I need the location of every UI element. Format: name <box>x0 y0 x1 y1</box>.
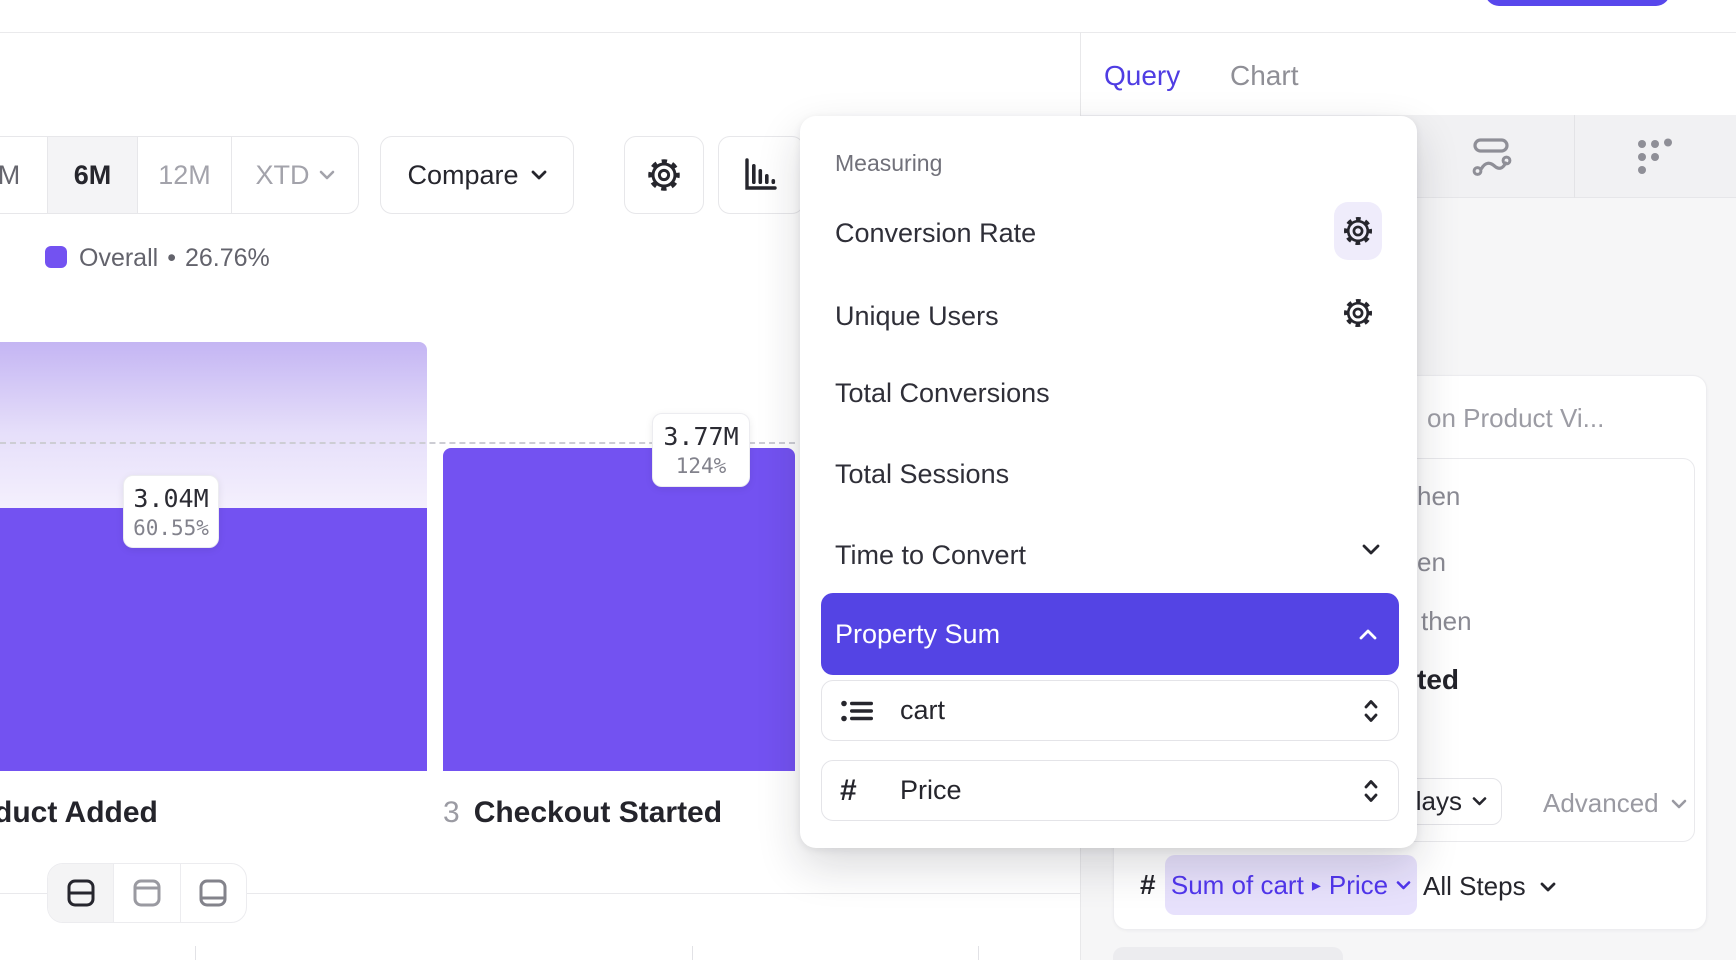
time-range-6m[interactable]: 6M <box>48 137 138 213</box>
apps-grid-icon[interactable] <box>1635 137 1677 179</box>
all-steps-label: All Steps <box>1423 871 1526 902</box>
subproperty-select[interactable]: # Price <box>821 760 1399 821</box>
time-range-6m-label: 6M <box>74 160 112 191</box>
step-row-fragment: then <box>1421 606 1472 637</box>
chevron-up-icon <box>1359 629 1377 640</box>
menu-item-unique-users[interactable]: Unique Users <box>835 301 999 332</box>
menu-item-property-sum[interactable]: Property Sum <box>821 593 1399 675</box>
menu-item-total-sessions[interactable]: Total Sessions <box>835 459 1009 490</box>
advanced-label: Advanced <box>1543 788 1659 819</box>
select-updown-icon <box>1362 778 1380 804</box>
chevron-down-icon <box>1472 797 1487 806</box>
chevron-down-icon <box>1396 881 1411 890</box>
layout-top-bar-button[interactable] <box>114 864 180 922</box>
bar-value: 3.04M <box>133 484 208 513</box>
bottom-tick <box>692 946 693 960</box>
chevron-down-icon <box>1540 882 1556 892</box>
legend-value: 26.76% <box>185 244 270 273</box>
time-range-xtd-label: XTD <box>256 160 310 191</box>
step-number: 3 <box>443 796 460 830</box>
legend-series-name: Overall <box>79 244 158 273</box>
bottom-bar-icon <box>198 878 228 908</box>
time-range-12m-label: 12M <box>158 160 211 191</box>
measuring-dropdown: Measuring Conversion Rate Unique Users T… <box>800 116 1417 848</box>
bottom-tick <box>195 946 196 960</box>
time-range-m[interactable]: M <box>0 137 48 213</box>
bar-value-label: 3.77M 124% <box>652 413 750 487</box>
menu-item-total-conversions[interactable]: Total Conversions <box>835 378 1050 409</box>
gear-icon <box>646 157 682 193</box>
time-range-xtd[interactable]: XTD <box>232 137 358 213</box>
layout-toggle-group <box>47 863 247 923</box>
step-row-fragment: hen <box>1417 481 1460 512</box>
bar-value-label: 3.04M 60.55% <box>123 475 219 548</box>
property-select[interactable]: cart <box>821 680 1399 741</box>
measurement-chip[interactable]: Sum of cart ▸ Price <box>1165 855 1417 915</box>
chart-type-button[interactable] <box>718 136 804 214</box>
number-type-icon: # <box>840 774 876 808</box>
toolbar-icon-divider <box>1574 115 1575 198</box>
legend-separator: • <box>167 244 176 273</box>
step-label-product-added: duct Added <box>0 796 158 830</box>
layout-bottom-bar-button[interactable] <box>181 864 246 922</box>
step-row-fragment: en <box>1417 547 1446 578</box>
funnel-bar-checkout-started[interactable] <box>443 448 795 771</box>
property-select-value: cart <box>900 695 945 726</box>
split-rows-icon <box>66 878 96 908</box>
tab-query[interactable]: Query <box>1104 60 1180 92</box>
bar-percent: 60.55% <box>133 516 209 540</box>
legend-label: Overall • 26.76% <box>79 244 270 273</box>
compare-button-label: Compare <box>407 160 518 191</box>
funnel-bar-product-added[interactable] <box>0 508 427 771</box>
measuring-title: Measuring <box>835 150 942 177</box>
step-row-fragment: ted <box>1417 664 1459 696</box>
time-range-segmented-control: M 6M 12M XTD <box>0 136 359 214</box>
chevron-down-icon <box>1362 544 1380 555</box>
bar-chart-icon <box>742 158 780 192</box>
conversion-window-label: lays <box>1416 786 1462 817</box>
gear-icon <box>1342 297 1374 329</box>
app-window: Query Chart M 6M 12M XTD <box>0 0 1736 960</box>
legend-swatch <box>45 246 67 268</box>
select-updown-icon <box>1362 698 1380 724</box>
chip-arrow-icon: ▸ <box>1312 875 1321 896</box>
primary-action-button[interactable] <box>1485 0 1670 6</box>
bottom-tick <box>978 946 979 960</box>
chevron-down-icon <box>1671 799 1687 809</box>
chip-property-label: Sum of cart <box>1171 870 1304 901</box>
header-divider <box>0 32 1736 33</box>
chart-settings-button[interactable] <box>624 136 704 214</box>
chip-subproperty-label: Price <box>1329 870 1388 901</box>
time-range-12m[interactable]: 12M <box>138 137 232 213</box>
conversion-rate-settings-button[interactable] <box>1334 202 1382 260</box>
gear-icon <box>1342 215 1374 247</box>
menu-item-conversion-rate[interactable]: Conversion Rate <box>835 218 1036 249</box>
flows-icon[interactable] <box>1468 136 1512 178</box>
bar-percent: 124% <box>676 454 727 478</box>
all-steps-dropdown[interactable]: All Steps <box>1423 871 1556 902</box>
subproperty-select-value: Price <box>900 775 962 806</box>
chevron-down-icon <box>531 170 547 180</box>
compare-button[interactable]: Compare <box>380 136 574 214</box>
unique-users-settings-button[interactable] <box>1334 284 1382 342</box>
measurement-hash-label: # <box>1140 869 1156 901</box>
bar-value: 3.77M <box>663 422 738 451</box>
step-name: duct Added <box>0 796 158 829</box>
top-bar-icon <box>132 878 162 908</box>
advanced-button[interactable]: Advanced <box>1543 788 1687 819</box>
step-label-checkout-started: 3 Checkout Started <box>443 796 722 830</box>
next-card-sliver <box>1113 947 1343 960</box>
chevron-down-icon <box>319 170 335 180</box>
list-type-icon <box>840 697 876 725</box>
menu-item-time-to-convert[interactable]: Time to Convert <box>835 540 1026 571</box>
tab-chart[interactable]: Chart <box>1230 60 1298 92</box>
query-card-title: on Product Vi... <box>1427 403 1604 434</box>
time-range-m-label: M <box>0 160 20 191</box>
property-sum-label: Property Sum <box>835 619 1000 650</box>
layout-split-rows-button[interactable] <box>48 864 114 922</box>
step-name: Checkout Started <box>474 796 722 830</box>
